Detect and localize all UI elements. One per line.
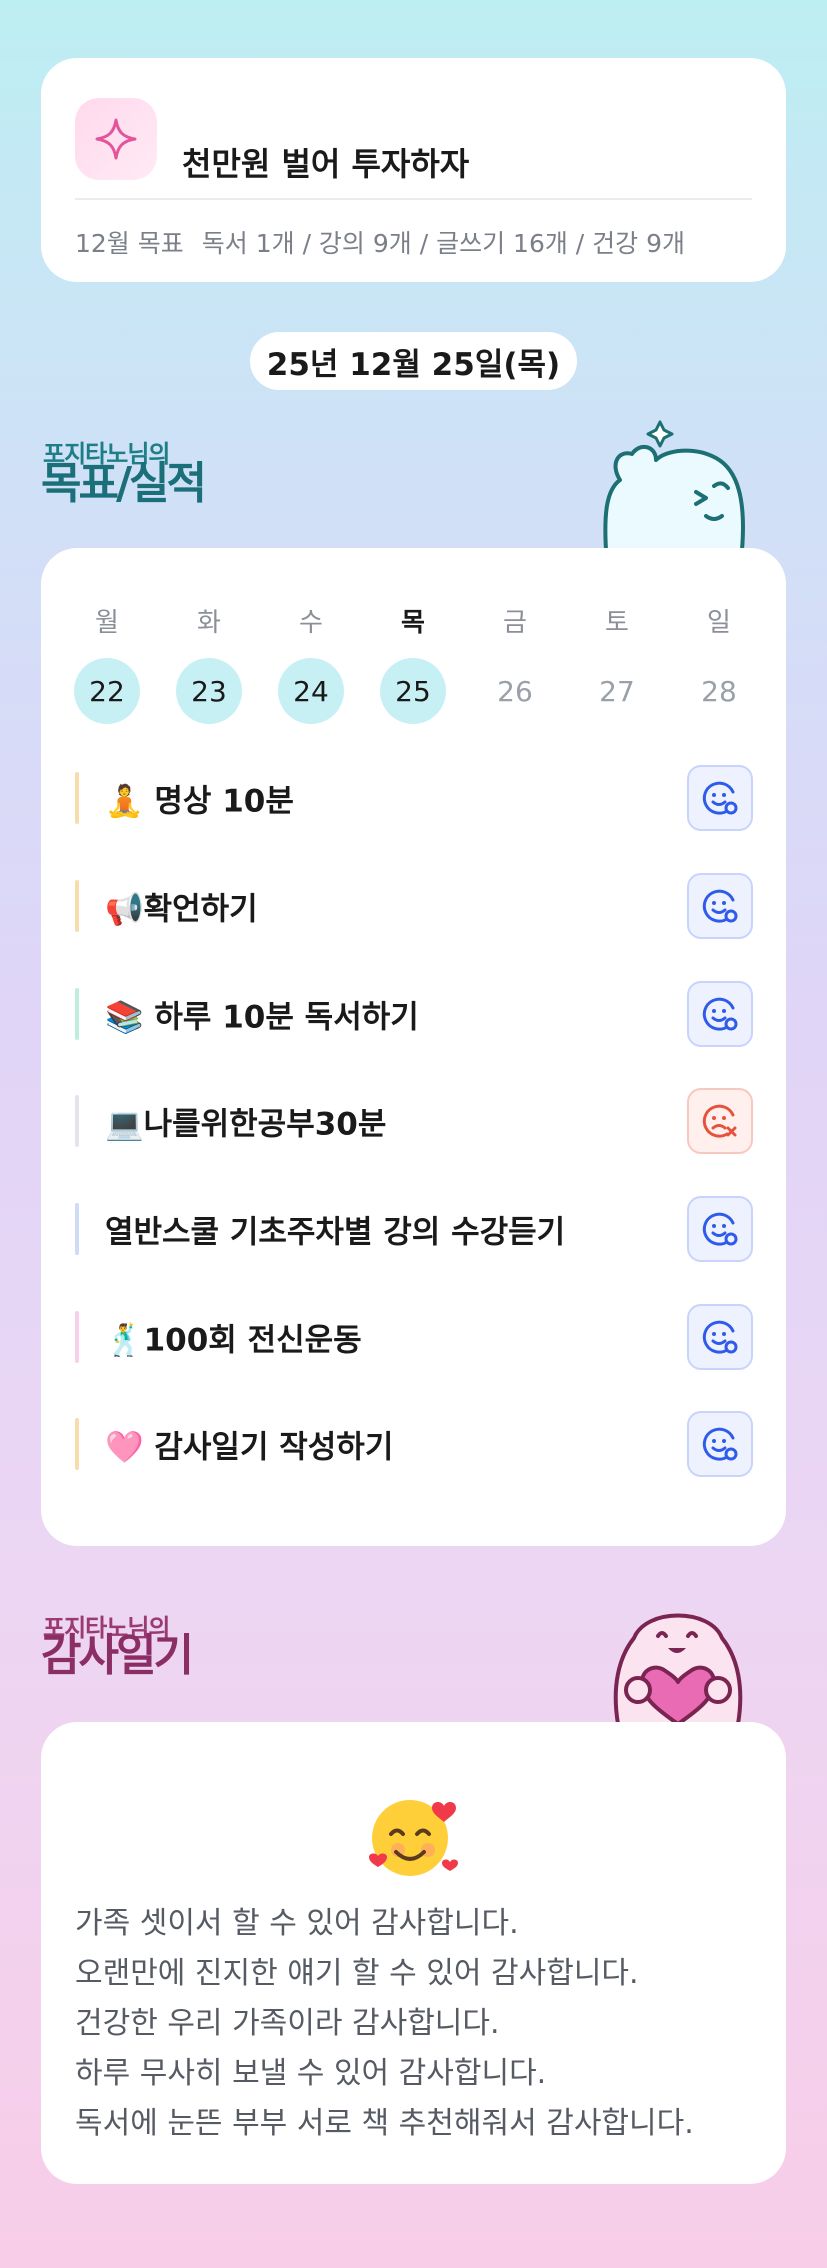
sparkle-icon [75,98,157,180]
day-26[interactable]: 26 [482,658,548,724]
goals-section-title: 목표/실적 [41,458,207,509]
diary-line: 가족 셋이서 할 수 있어 감사합니다. [75,1906,519,1941]
task-color-bar [75,1095,79,1147]
task-label: 🕺100회 전신운동 [105,1322,362,1359]
weekday-mon: 월 [95,608,119,638]
task-color-bar [75,772,79,824]
day-27[interactable]: 27 [584,658,650,724]
goal-summary-month: 12월 목표 [75,229,184,258]
diary-line: 하루 무사히 보낼 수 있어 감사합니다. [75,2056,547,2091]
task-item[interactable]: 🩷 감사일기 작성하기 [75,1408,755,1480]
goal-card[interactable]: 천만원 벌어 투자하자 12월 목표 독서 1개 / 강의 9개 / 글쓰기 16… [41,58,786,282]
weekday-tue: 화 [197,608,221,638]
diary-line: 오랜만에 진지한 얘기 할 수 있어 감사합니다. [75,1956,639,1991]
weekday-thu: 목 [401,608,425,638]
task-color-bar [75,1311,79,1363]
task-item[interactable]: 🕺100회 전신운동 [75,1301,755,1373]
task-color-bar [75,1203,79,1255]
task-label: 🩷 감사일기 작성하기 [105,1429,394,1466]
weekday-fri: 금 [503,608,527,638]
day-28[interactable]: 28 [686,658,752,724]
task-label: 📢확언하기 [105,891,258,928]
goal-summary: 12월 목표 독서 1개 / 강의 9개 / 글쓰기 16개 / 건강 9개 [75,224,685,260]
task-color-bar [75,988,79,1040]
task-status-success-icon[interactable] [687,1196,753,1262]
diary-line: 독서에 눈뜬 부부 서로 책 추천해줘서 감사합니다. [75,2106,694,2141]
mascot-heart-illustration [613,1613,743,1724]
task-status-success-icon[interactable] [687,873,753,939]
goal-title: 천만원 벌어 투자하자 [182,145,470,183]
diary-section-title: 감사일기 [41,1630,194,1681]
goal-summary-items: 독서 1개 / 강의 9개 / 글쓰기 16개 / 건강 9개 [201,229,686,258]
weekday-sun: 일 [707,608,731,638]
task-status-success-icon[interactable] [687,765,753,831]
task-label: 📚 하루 10분 독서하기 [105,999,419,1036]
task-item[interactable]: 💻나를위한공부30분 [75,1085,755,1157]
diary-line: 건강한 우리 가족이라 감사합니다. [75,2006,500,2041]
task-label: 열반스쿨 기초주차별 강의 수강듣기 [105,1214,566,1251]
task-label: 🧘 명상 10분 [105,783,294,820]
task-item[interactable]: 열반스쿨 기초주차별 강의 수강듣기 [75,1193,755,1265]
task-status-success-icon[interactable] [687,1411,753,1477]
task-status-fail-icon[interactable] [687,1088,753,1154]
task-color-bar [75,1418,79,1470]
task-item[interactable]: 🧘 명상 10분 [75,762,755,834]
task-item[interactable]: 📚 하루 10분 독서하기 [75,978,755,1050]
day-25[interactable]: 25 [380,658,446,724]
task-status-success-icon[interactable] [687,981,753,1047]
task-status-success-icon[interactable] [687,1304,753,1370]
day-24[interactable]: 24 [278,658,344,724]
smiling-face-with-hearts-icon [369,1800,458,1876]
weekday-wed: 수 [299,608,323,638]
weekday-sat: 토 [605,608,629,638]
day-22[interactable]: 22 [74,658,140,724]
mascot-peeking-illustration [603,420,745,550]
day-23[interactable]: 23 [176,658,242,724]
task-color-bar [75,880,79,932]
task-item[interactable]: 📢확언하기 [75,870,755,942]
goal-divider [75,198,752,200]
date-pill[interactable]: 25년 12월 25일(목) [250,332,577,390]
task-label: 💻나를위한공부30분 [105,1106,387,1143]
